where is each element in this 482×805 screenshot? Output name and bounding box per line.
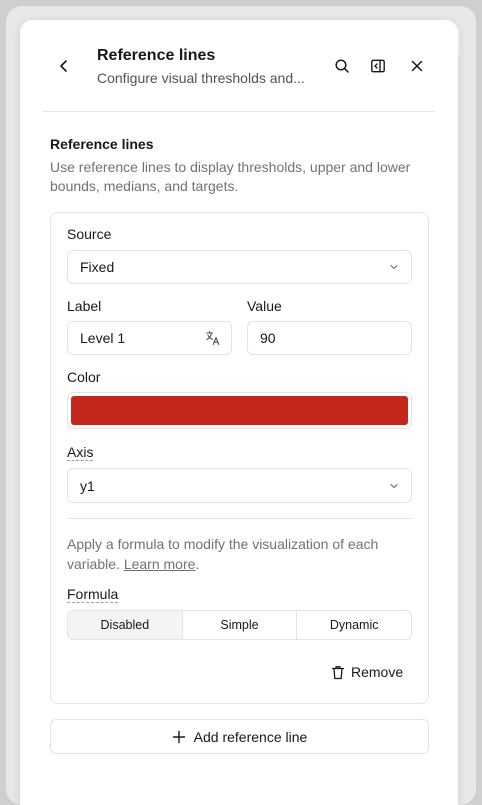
close-button[interactable] <box>402 51 432 81</box>
sidebar-toggle-icon <box>371 59 385 73</box>
formula-option-simple[interactable]: Simple <box>181 611 297 639</box>
reference-lines-panel: Reference lines Configure visual thresho… <box>20 20 458 805</box>
search-icon <box>335 59 349 73</box>
add-reference-line-label: Add reference line <box>193 728 308 745</box>
translate-icon[interactable] <box>205 330 221 346</box>
trash-icon <box>331 665 345 679</box>
header-divider <box>43 111 435 112</box>
reference-line-card: Source Fixed Label Level 1 Value 90 Colo… <box>50 212 429 704</box>
chevron-down-icon <box>390 264 398 270</box>
card-divider <box>67 518 412 519</box>
formula-description: Apply a formula to modify the visualizat… <box>67 534 412 574</box>
remove-button-label: Remove <box>351 664 404 680</box>
close-icon <box>411 60 423 72</box>
panel-subtitle: Configure visual thresholds and... <box>97 70 305 86</box>
label-input-value: Level 1 <box>80 330 126 346</box>
learn-more-link[interactable]: Learn more <box>124 556 196 572</box>
panel-title: Reference lines <box>97 47 216 64</box>
chevron-down-icon <box>390 483 398 488</box>
add-reference-line-button[interactable]: Add reference line <box>50 719 429 754</box>
formula-description-end: . <box>195 556 200 572</box>
label-label: Label <box>67 298 102 314</box>
color-picker[interactable] <box>67 392 412 429</box>
color-swatch <box>71 396 408 425</box>
panel-header: Reference lines Configure visual thresho… <box>20 20 458 112</box>
source-label: Source <box>67 226 112 242</box>
value-label: Value <box>247 298 282 314</box>
source-select-value: Fixed <box>80 259 115 275</box>
value-input-value: 90 <box>260 330 276 346</box>
plus-icon <box>172 730 185 743</box>
chevron-left-icon <box>60 60 67 72</box>
search-button[interactable] <box>327 51 357 81</box>
dock-panel-button[interactable] <box>363 51 393 81</box>
formula-segmented-control: Disabled Simple Dynamic <box>67 610 412 640</box>
axis-select[interactable]: y1 <box>67 468 412 503</box>
color-label: Color <box>67 369 101 385</box>
formula-option-disabled[interactable]: Disabled <box>68 611 182 639</box>
axis-label: Axis <box>67 444 94 461</box>
value-input[interactable]: 90 <box>247 321 412 355</box>
remove-button[interactable]: Remove <box>331 662 403 682</box>
back-button[interactable] <box>49 51 79 81</box>
source-select[interactable]: Fixed <box>67 250 412 284</box>
section-title: Reference lines <box>50 136 154 152</box>
formula-option-dynamic[interactable]: Dynamic <box>296 611 411 639</box>
label-input[interactable]: Level 1 <box>67 321 232 355</box>
formula-description-text: Apply a formula to modify the visualizat… <box>67 536 379 572</box>
section-description: Use reference lines to display threshold… <box>50 159 411 194</box>
axis-select-value: y1 <box>80 477 95 494</box>
formula-label: Formula <box>67 586 119 603</box>
